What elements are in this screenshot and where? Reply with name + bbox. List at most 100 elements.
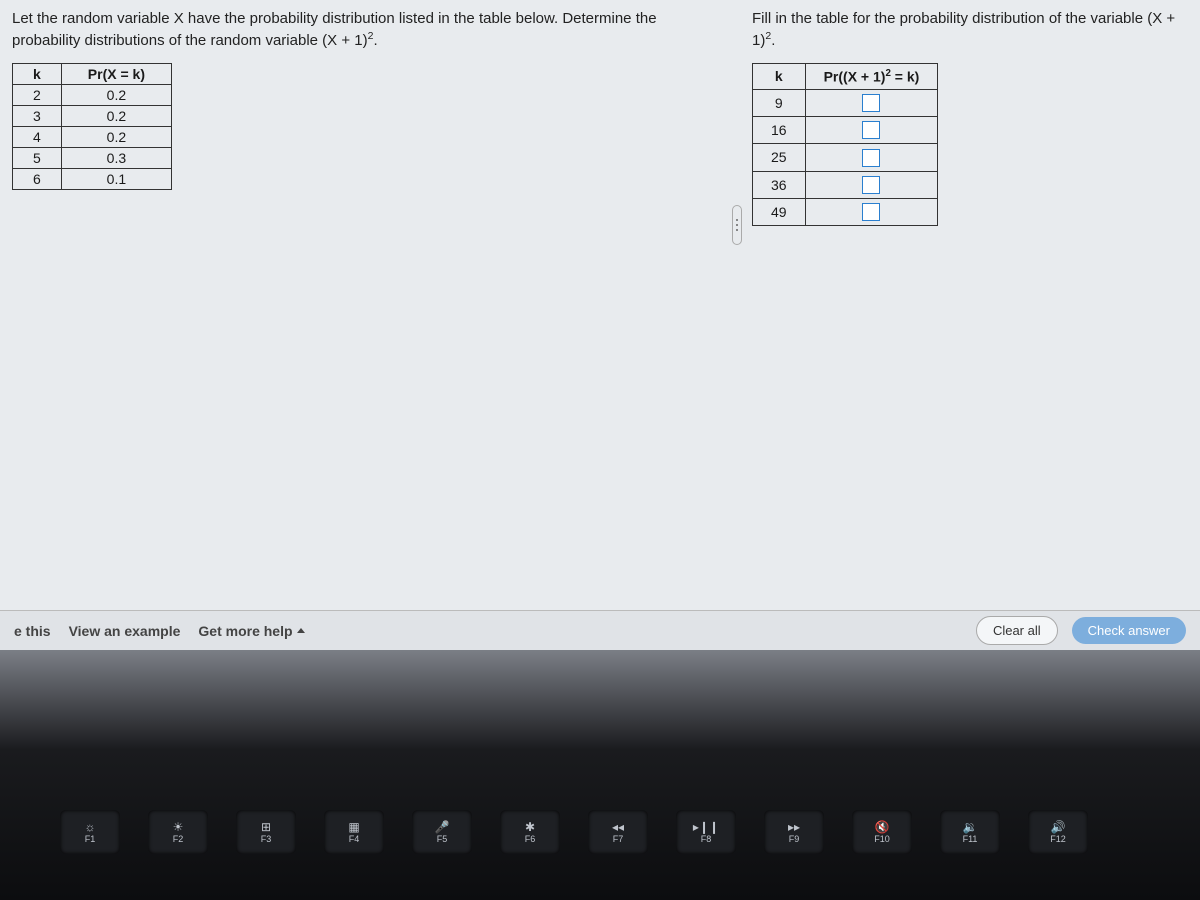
function-key-row: ☼F1 ☀F2 ⊞F3 ▦F4 🎤F5 ✱F6 ◂◂F7 ▸❙❙F8 ▸▸F9 … bbox=[0, 810, 1200, 870]
table-row: 49 bbox=[753, 198, 938, 225]
table-row: 50.3 bbox=[13, 148, 172, 169]
hdr-a: Pr((X + 1) bbox=[824, 69, 886, 85]
answer-header-k: k bbox=[753, 64, 806, 90]
key-label: F10 bbox=[874, 834, 890, 844]
key-label: F11 bbox=[963, 834, 978, 844]
given-header-k: k bbox=[13, 64, 62, 85]
help-links: e this View an example Get more help bbox=[14, 623, 305, 639]
prev-track-icon: ◂◂ bbox=[612, 820, 624, 834]
probability-input[interactable] bbox=[862, 203, 880, 221]
keyboard-key: ☼F1 bbox=[60, 810, 120, 854]
key-label: F12 bbox=[1050, 834, 1066, 844]
chevron-up-icon bbox=[297, 628, 305, 633]
answer-prompt-b: . bbox=[771, 32, 775, 49]
prompt-line1: Let the random variable X have the proba… bbox=[12, 10, 657, 27]
answer-k: 49 bbox=[753, 198, 806, 225]
cell-p: 0.1 bbox=[61, 169, 171, 190]
clear-all-button[interactable]: Clear all bbox=[976, 616, 1058, 645]
table-row: 60.1 bbox=[13, 169, 172, 190]
cell-k: 6 bbox=[13, 169, 62, 190]
hdr-b: = k) bbox=[891, 69, 919, 85]
key-label: F8 bbox=[701, 834, 712, 844]
given-distribution-table: k Pr(X = k) 20.2 30.2 40.2 50.3 60.1 bbox=[12, 63, 172, 190]
panel-divider-handle[interactable] bbox=[732, 205, 742, 245]
action-buttons: Clear all Check answer bbox=[976, 616, 1186, 645]
mute-icon: 🔇 bbox=[875, 820, 890, 834]
answer-panel: Fill in the table for the probability di… bbox=[732, 8, 1188, 602]
key-label: F1 bbox=[85, 834, 96, 844]
prompt-line2a: probability distributions of the random … bbox=[12, 32, 368, 49]
key-label: F2 bbox=[173, 834, 184, 844]
cell-p: 0.3 bbox=[61, 148, 171, 169]
answer-cell bbox=[805, 198, 938, 225]
cell-k: 3 bbox=[13, 106, 62, 127]
question-prompt: Let the random variable X have the proba… bbox=[12, 8, 712, 51]
e-this-link[interactable]: e this bbox=[14, 623, 51, 639]
answer-k: 9 bbox=[753, 89, 806, 116]
answer-distribution-table: k Pr((X + 1)2 = k) 9 16 25 36 49 bbox=[752, 63, 938, 226]
volume-up-icon: 🔊 bbox=[1051, 820, 1066, 834]
keyboard-key: ▸▸F9 bbox=[764, 810, 824, 854]
probability-input[interactable] bbox=[862, 176, 880, 194]
probability-input[interactable] bbox=[862, 149, 880, 167]
answer-k: 16 bbox=[753, 116, 806, 143]
keyboard-key: ✱F6 bbox=[500, 810, 560, 854]
answer-cell bbox=[805, 144, 938, 171]
mic-icon: 🎤 bbox=[435, 820, 450, 834]
get-help-label: Get more help bbox=[198, 623, 292, 639]
keyboard-key: ▸❙❙F8 bbox=[676, 810, 736, 854]
cell-p: 0.2 bbox=[61, 127, 171, 148]
grid-icon: ▦ bbox=[348, 820, 359, 834]
key-label: F9 bbox=[789, 834, 800, 844]
question-panel: Let the random variable X have the proba… bbox=[12, 8, 732, 602]
get-more-help-link[interactable]: Get more help bbox=[198, 623, 304, 639]
volume-down-icon: 🔉 bbox=[963, 820, 978, 834]
cell-k: 2 bbox=[13, 85, 62, 106]
play-pause-icon: ▸❙❙ bbox=[693, 820, 719, 834]
key-label: F4 bbox=[349, 834, 360, 844]
task-view-icon: ⊞ bbox=[261, 820, 271, 834]
cell-k: 5 bbox=[13, 148, 62, 169]
keyboard-key: ☀F2 bbox=[148, 810, 208, 854]
key-label: F6 bbox=[525, 834, 536, 844]
table-row: 30.2 bbox=[13, 106, 172, 127]
keyboard-key: 🔉F11 bbox=[940, 810, 1000, 854]
key-label: F7 bbox=[613, 834, 624, 844]
probability-input[interactable] bbox=[862, 121, 880, 139]
view-example-link[interactable]: View an example bbox=[69, 623, 181, 639]
table-row: 36 bbox=[753, 171, 938, 198]
action-bar: e this View an example Get more help Cle… bbox=[0, 610, 1200, 650]
check-answer-button[interactable]: Check answer bbox=[1072, 617, 1186, 644]
keyboard-key: ▦F4 bbox=[324, 810, 384, 854]
keyboard-key: 🎤F5 bbox=[412, 810, 472, 854]
key-label: F3 bbox=[261, 834, 272, 844]
key-label: F5 bbox=[437, 834, 448, 844]
probability-input[interactable] bbox=[862, 94, 880, 112]
next-track-icon: ▸▸ bbox=[788, 820, 800, 834]
keyboard-key: ⊞F3 bbox=[236, 810, 296, 854]
table-row: 40.2 bbox=[13, 127, 172, 148]
answer-cell bbox=[805, 116, 938, 143]
answer-prompt-a: Fill in the table for the probability di… bbox=[752, 10, 1175, 49]
answer-k: 36 bbox=[753, 171, 806, 198]
answer-header-p: Pr((X + 1)2 = k) bbox=[805, 64, 938, 90]
laptop-keyboard-area: ☼F1 ☀F2 ⊞F3 ▦F4 🎤F5 ✱F6 ◂◂F7 ▸❙❙F8 ▸▸F9 … bbox=[0, 650, 1200, 900]
table-row: 20.2 bbox=[13, 85, 172, 106]
keyboard-key: 🔊F12 bbox=[1028, 810, 1088, 854]
given-header-p: Pr(X = k) bbox=[61, 64, 171, 85]
answer-cell bbox=[805, 89, 938, 116]
keyboard-key: ◂◂F7 bbox=[588, 810, 648, 854]
answer-prompt: Fill in the table for the probability di… bbox=[752, 8, 1188, 51]
cell-p: 0.2 bbox=[61, 85, 171, 106]
cell-k: 4 bbox=[13, 127, 62, 148]
table-row: 9 bbox=[753, 89, 938, 116]
sun-dim-icon: ☼ bbox=[85, 820, 96, 834]
table-row: 25 bbox=[753, 144, 938, 171]
answer-k: 25 bbox=[753, 144, 806, 171]
brightness-icon: ✱ bbox=[525, 820, 535, 834]
keyboard-key: 🔇F10 bbox=[852, 810, 912, 854]
table-row: 16 bbox=[753, 116, 938, 143]
cell-p: 0.2 bbox=[61, 106, 171, 127]
prompt-line2b: . bbox=[373, 32, 377, 49]
sun-bright-icon: ☀ bbox=[173, 820, 184, 834]
